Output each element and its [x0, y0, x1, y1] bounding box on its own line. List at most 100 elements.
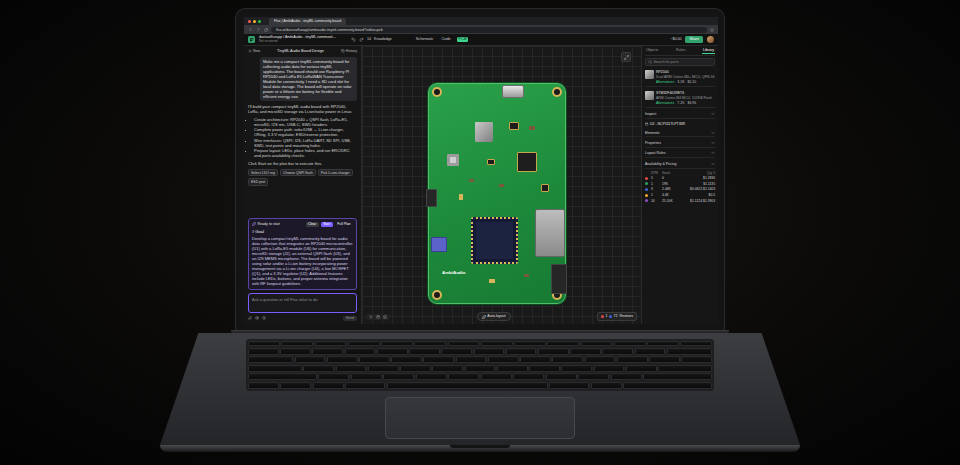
inspect-section[interactable]: Inspect: [645, 110, 715, 118]
mounting-hole[interactable]: [432, 87, 442, 97]
undo-icon[interactable]: [351, 37, 356, 42]
component-ic[interactable]: [541, 184, 549, 192]
suggestion-chip[interactable]: ESD prot: [248, 178, 268, 185]
new-chat-button[interactable]: New: [248, 49, 260, 53]
panel-tab[interactable]: Objects: [645, 48, 659, 54]
key[interactable]: [456, 356, 487, 363]
component-cap[interactable]: [499, 184, 504, 187]
component-ic[interactable]: [509, 122, 519, 130]
inspector-section[interactable]: Layout Rules: [645, 150, 715, 158]
key[interactable]: [481, 373, 512, 380]
component-qfn[interactable]: [471, 217, 518, 264]
fit-view-button[interactable]: [621, 52, 631, 62]
key[interactable]: [391, 356, 422, 363]
key[interactable]: [248, 373, 317, 380]
chat-input[interactable]: Ask a question or tell Flux what to do: [248, 293, 357, 313]
key[interactable]: [448, 373, 479, 380]
key[interactable]: [280, 348, 311, 355]
key[interactable]: [414, 341, 446, 346]
key[interactable]: [383, 373, 414, 380]
maximize-dot[interactable]: [258, 20, 261, 23]
key[interactable]: [680, 341, 712, 346]
key[interactable]: [248, 348, 279, 355]
key[interactable]: [546, 373, 577, 380]
suggestion-chip[interactable]: Choose QSPI flash: [280, 169, 316, 176]
key[interactable]: [465, 365, 496, 372]
history-button[interactable]: History: [341, 49, 357, 53]
component-ic[interactable]: [487, 159, 495, 165]
component-cap[interactable]: [469, 179, 474, 182]
key[interactable]: [416, 373, 447, 380]
key[interactable]: [312, 348, 343, 355]
key[interactable]: [681, 356, 712, 363]
inspector-section[interactable]: Properties: [645, 139, 715, 147]
key[interactable]: [387, 382, 548, 389]
key[interactable]: [591, 382, 622, 389]
key[interactable]: [611, 373, 642, 380]
key[interactable]: [578, 373, 609, 380]
selected-part[interactable]: U2 - NCP1117LPT33R: [645, 121, 715, 127]
component-cap[interactable]: [529, 126, 535, 130]
key[interactable]: [514, 341, 546, 346]
component-conn[interactable]: [551, 264, 567, 294]
key[interactable]: [441, 348, 472, 355]
key[interactable]: [561, 365, 592, 372]
key[interactable]: [248, 382, 279, 389]
key[interactable]: [647, 341, 679, 346]
component-header[interactable]: [431, 237, 447, 252]
component-cap[interactable]: [524, 274, 529, 277]
key[interactable]: [581, 341, 613, 346]
reviews-button[interactable]: 172Reviews: [597, 312, 637, 320]
panel-tab[interactable]: Rules: [675, 48, 686, 54]
mounting-hole[interactable]: [552, 87, 562, 97]
key[interactable]: [538, 348, 569, 355]
component-metal[interactable]: [475, 122, 493, 142]
component-button[interactable]: [447, 154, 459, 166]
key[interactable]: [614, 341, 646, 346]
key[interactable]: [327, 356, 358, 363]
view-tab[interactable]: Code: [440, 37, 453, 43]
key[interactable]: [623, 382, 712, 389]
component-usb[interactable]: [502, 85, 524, 98]
key[interactable]: [368, 365, 399, 372]
key[interactable]: [626, 365, 657, 372]
key[interactable]: [303, 365, 334, 372]
back-icon[interactable]: [248, 27, 253, 32]
key[interactable]: [529, 365, 560, 372]
key[interactable]: [506, 348, 537, 355]
key[interactable]: [359, 356, 390, 363]
component-conn[interactable]: [426, 189, 437, 207]
url-field[interactable]: flux.ai/dariuszfluxapp/ambiaudio-tinyml-…: [271, 27, 707, 33]
bookmark-icon[interactable]: [710, 28, 714, 32]
zoom-level[interactable]: 14: [367, 37, 371, 41]
panel-tab[interactable]: Library: [702, 48, 715, 54]
key[interactable]: [345, 382, 385, 389]
key[interactable]: [248, 365, 302, 372]
pricing-section[interactable]: Availability & Pricing: [645, 160, 715, 168]
share-button[interactable]: Share: [685, 36, 703, 42]
suggestion-chip[interactable]: Pick Li-ion charger: [318, 169, 353, 176]
key[interactable]: [474, 348, 505, 355]
key[interactable]: [497, 365, 528, 372]
key[interactable]: [520, 356, 551, 363]
key[interactable]: [547, 341, 579, 346]
key[interactable]: [409, 348, 440, 355]
key[interactable]: [315, 341, 347, 346]
key[interactable]: [248, 356, 293, 363]
pcb-canvas[interactable]: AmbiAudioAuto-layout172Reviews: [362, 46, 641, 324]
select-tool-icon[interactable]: [369, 315, 373, 319]
part-card[interactable]: STM32F401RET6ARM Cortex-M4 MCU, 512KB Fl…: [645, 89, 715, 108]
user-avatar[interactable]: [707, 36, 714, 43]
component-pad[interactable]: [489, 279, 495, 283]
mounting-hole[interactable]: [432, 290, 442, 300]
key[interactable]: [313, 382, 344, 389]
view-tab[interactable]: PCB: [457, 37, 469, 43]
part-search[interactable]: Search for parts: [645, 58, 715, 66]
key[interactable]: [552, 356, 583, 363]
send-button[interactable]: Send: [343, 316, 357, 321]
key[interactable]: [658, 365, 712, 372]
key[interactable]: [585, 356, 616, 363]
key[interactable]: [594, 365, 625, 372]
key[interactable]: [635, 348, 666, 355]
part-card[interactable]: RP2040Dual ARM Cortex-M0+ MCU, QFN-56Alt…: [645, 68, 715, 87]
